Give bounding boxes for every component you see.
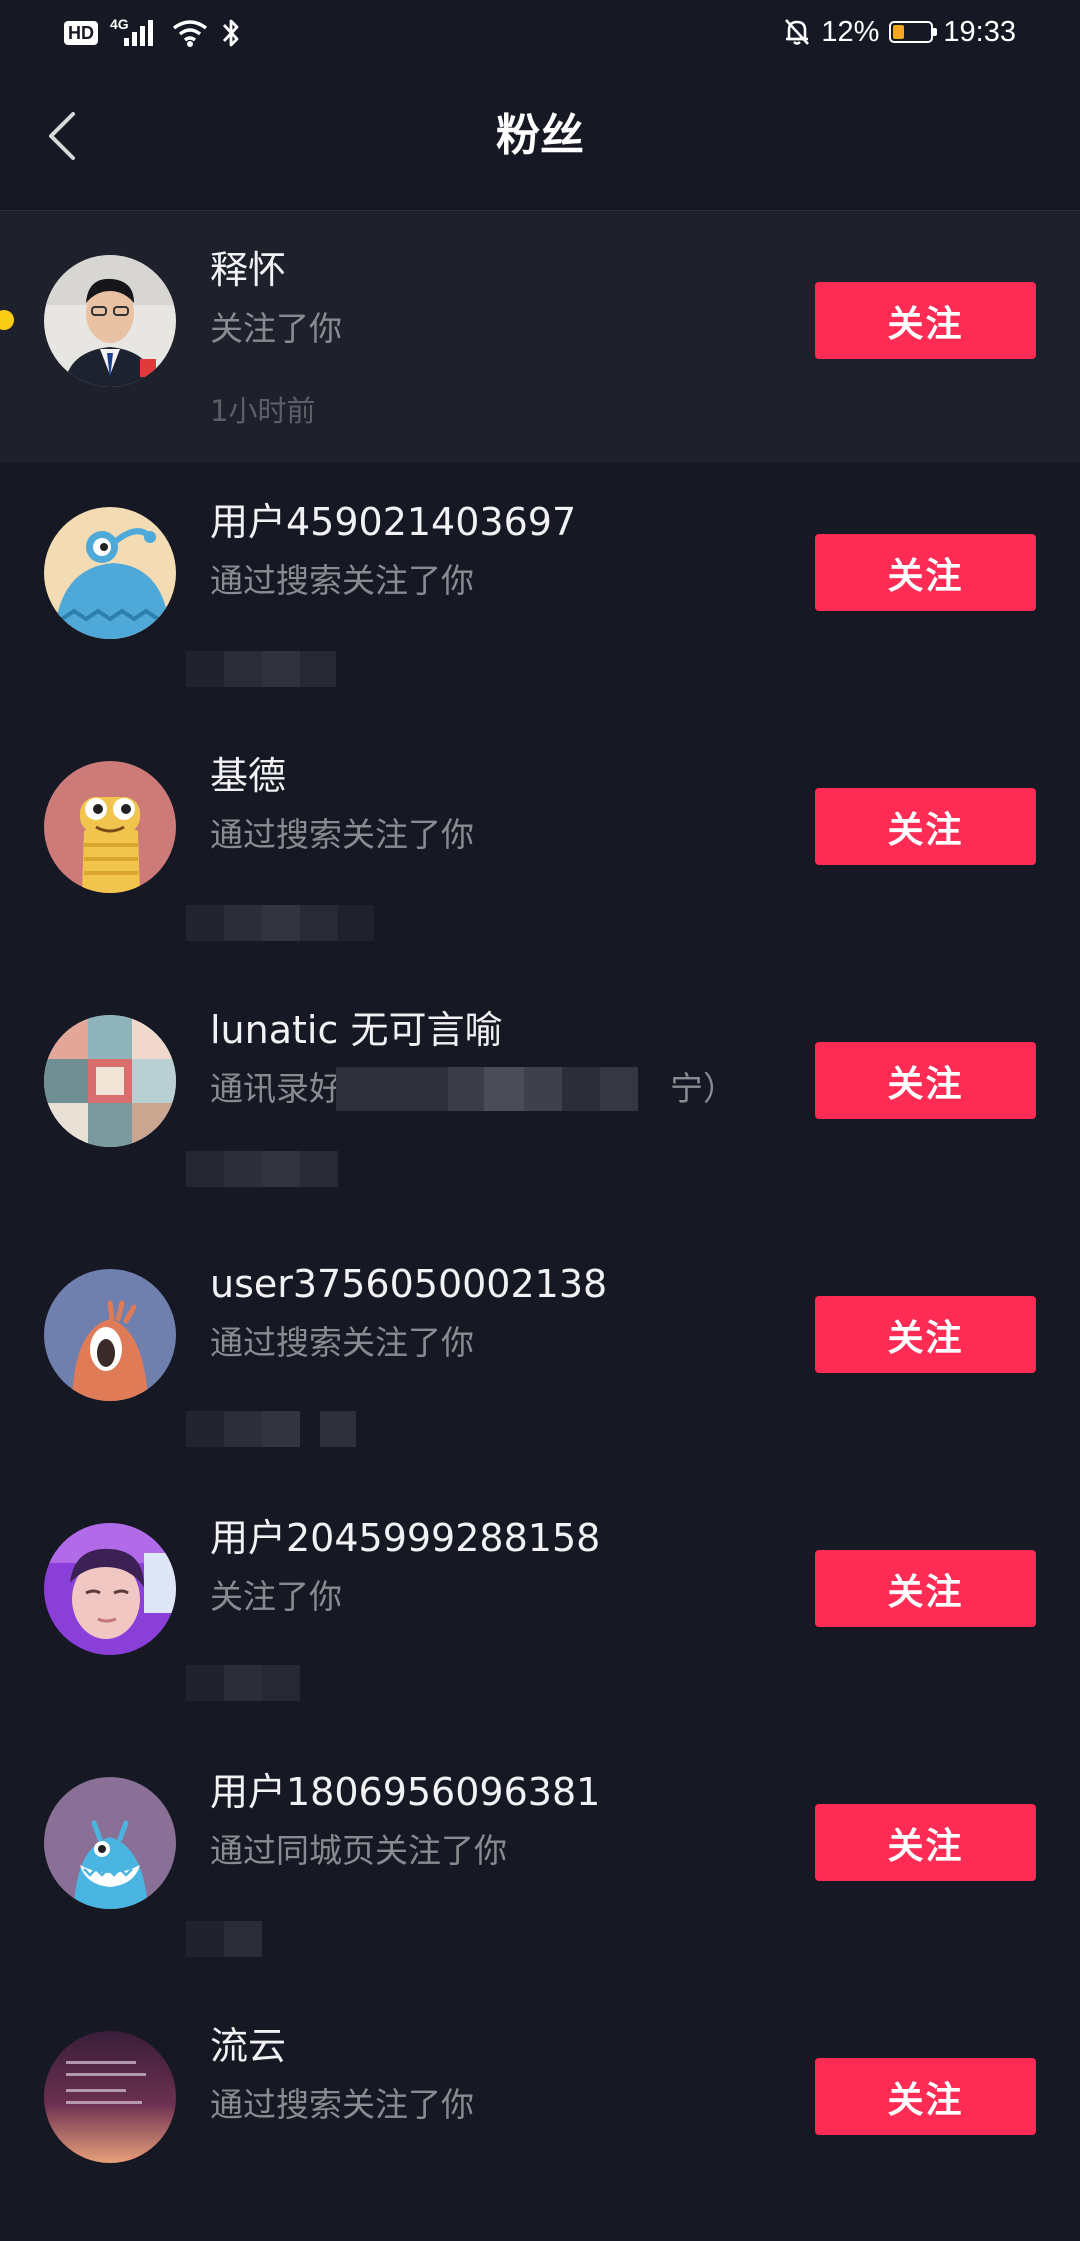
list-item[interactable]: lunatic 无可言喻 通讯录好 宁） 关注 bbox=[0, 971, 1080, 1225]
battery-icon bbox=[889, 21, 938, 43]
fan-name[interactable]: 用户1806956096381 bbox=[210, 1767, 600, 1817]
follow-button[interactable]: 关注 bbox=[815, 2058, 1036, 2135]
list-item[interactable]: 用户459021403697 通过搜索关注了你 关注 bbox=[0, 463, 1080, 717]
clock: 19:33 bbox=[943, 15, 1016, 48]
battery-level bbox=[893, 25, 905, 39]
follow-button[interactable]: 关注 bbox=[815, 1042, 1036, 1119]
fan-name[interactable]: user3756050002138 bbox=[210, 1259, 607, 1309]
hd-icon: HD bbox=[64, 21, 98, 45]
follow-reason: 通过搜索关注了你 bbox=[210, 2085, 474, 2124]
list-item[interactable]: 流云 通过搜索关注了你 关注 bbox=[0, 1987, 1080, 2241]
follow-button[interactable]: 关注 bbox=[815, 1550, 1036, 1627]
status-right: 12% 19:33 bbox=[783, 14, 1016, 50]
fan-name[interactable]: 释怀 bbox=[210, 245, 286, 295]
list-item[interactable]: 用户2045999288158 关注了你 关注 bbox=[0, 1479, 1080, 1733]
list-item[interactable]: user3756050002138 通过搜索关注了你 关注 bbox=[0, 1225, 1080, 1479]
avatar[interactable] bbox=[44, 1269, 176, 1401]
follow-reason: 关注了你 bbox=[210, 309, 342, 348]
follow-reason: 通过搜索关注了你 bbox=[210, 561, 474, 600]
bluetooth-icon bbox=[222, 19, 239, 47]
avatar[interactable] bbox=[44, 761, 176, 893]
follow-reason: 通过同城页关注了你 bbox=[210, 1831, 507, 1870]
follow-time: 1小时前 bbox=[210, 394, 316, 428]
avatar[interactable] bbox=[44, 2031, 176, 2163]
fan-name[interactable]: 流云 bbox=[210, 2021, 286, 2071]
list-item[interactable]: 用户1806956096381 通过同城页关注了你 关注 bbox=[0, 1733, 1080, 1987]
battery-percent: 12% bbox=[821, 15, 880, 48]
redacted-text bbox=[186, 1665, 300, 1701]
redacted-text bbox=[336, 1067, 638, 1111]
unread-dot bbox=[0, 310, 14, 330]
page-title: 粉丝 bbox=[496, 110, 584, 161]
avatar[interactable] bbox=[44, 1523, 176, 1655]
redacted-text bbox=[186, 651, 336, 687]
bell-off-icon bbox=[785, 19, 810, 45]
fan-name[interactable]: 基德 bbox=[210, 751, 286, 801]
redacted-text bbox=[186, 1411, 356, 1447]
follow-reason: 通过搜索关注了你 bbox=[210, 815, 474, 854]
follow-button[interactable]: 关注 bbox=[815, 282, 1036, 359]
status-bar: HD 4G 12% 19:33 bbox=[0, 0, 1080, 64]
follow-reason: 通讯录好 bbox=[210, 1069, 342, 1108]
redacted-text bbox=[186, 905, 374, 941]
fan-name[interactable]: lunatic 无可言喻 bbox=[210, 1005, 502, 1055]
follow-button[interactable]: 关注 bbox=[815, 788, 1036, 865]
cellular-signal-icon: 4G bbox=[110, 16, 160, 48]
redacted-text bbox=[186, 1921, 262, 1957]
status-left: HD 4G bbox=[64, 16, 242, 50]
top-nav-bar: 粉丝 bbox=[0, 64, 1080, 211]
wifi-icon bbox=[172, 20, 208, 47]
avatar[interactable] bbox=[44, 1015, 176, 1147]
fans-list: 释怀 关注了你 1小时前 关注 用户459021403697 通过搜索关注了你 bbox=[0, 211, 1080, 2241]
list-item[interactable]: 基德 通过搜索关注了你 关注 bbox=[0, 717, 1080, 971]
list-item[interactable]: 释怀 关注了你 1小时前 关注 bbox=[0, 211, 1080, 463]
follow-reason: 关注了你 bbox=[210, 1577, 342, 1616]
follow-button[interactable]: 关注 bbox=[815, 1296, 1036, 1373]
avatar[interactable] bbox=[44, 255, 176, 387]
fan-name[interactable]: 用户459021403697 bbox=[210, 497, 576, 547]
redacted-text bbox=[186, 1151, 338, 1187]
fan-name[interactable]: 用户2045999288158 bbox=[210, 1513, 600, 1563]
follow-button[interactable]: 关注 bbox=[815, 1804, 1036, 1881]
avatar[interactable] bbox=[44, 507, 176, 639]
follow-reason: 通过搜索关注了你 bbox=[210, 1323, 474, 1362]
follow-reason-tail: 宁） bbox=[670, 1069, 736, 1108]
follow-button[interactable]: 关注 bbox=[815, 534, 1036, 611]
avatar[interactable] bbox=[44, 1777, 176, 1909]
